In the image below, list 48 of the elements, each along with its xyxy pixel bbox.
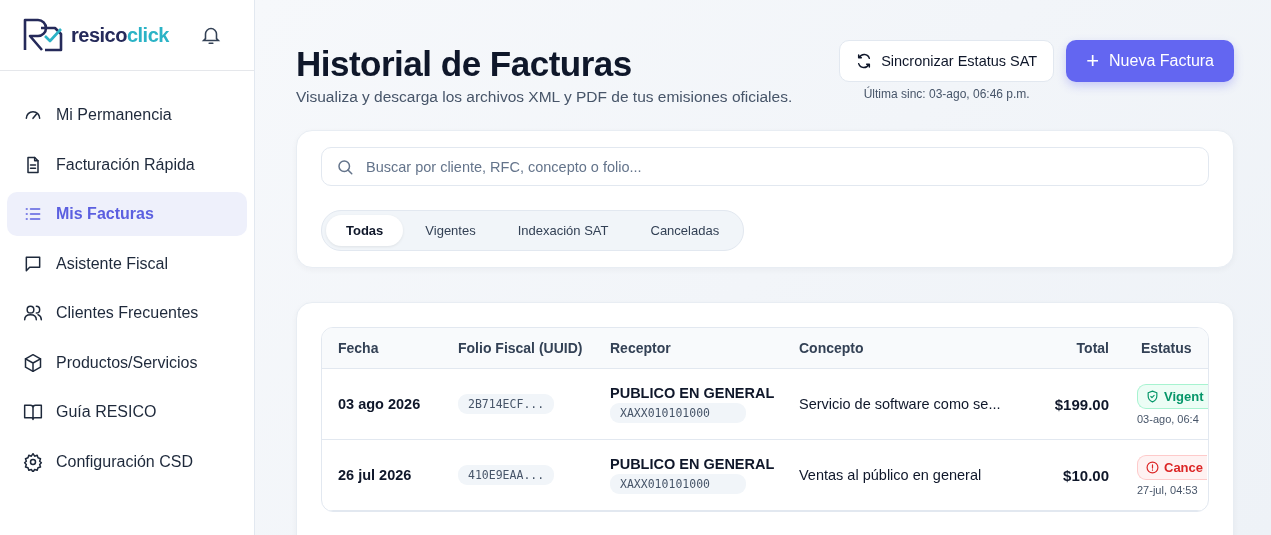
refresh-icon (856, 53, 873, 69)
column-header: Estatus (1125, 328, 1208, 369)
shield-check-icon (1146, 389, 1159, 403)
uuid-tag: 2B714ECF... (458, 394, 555, 414)
last-sync-text: Última sinc: 03-ago, 06:46 p.m. (863, 87, 1030, 101)
filter-tab[interactable]: Indexación SAT (497, 215, 629, 246)
status-badge: Vigent (1137, 383, 1208, 409)
sync-button[interactable]: Sincronizar Estatus SAT (839, 40, 1055, 82)
page-title: Historial de Facturas (296, 44, 633, 84)
brand-name: resicoclick (71, 23, 169, 47)
sidebar-item[interactable]: Asistente Fiscal (7, 241, 247, 286)
table-cell: Servicio de software como se... (783, 369, 1021, 440)
table-cell: $10.00 (1021, 440, 1125, 511)
status-badge: Cance (1137, 454, 1208, 480)
rfc-tag: XAXX010101000 (610, 474, 746, 494)
page-subtitle: Visualiza y descarga los archivos XML y PDF de tus emisiones oficiales. (296, 88, 793, 106)
sidebar-item[interactable]: Clientes Frecuentes (7, 291, 247, 335)
alert-circle-icon (1146, 460, 1159, 474)
table-cell: 26 jul 2026 (322, 440, 442, 511)
book-icon (23, 402, 43, 422)
receiver-name: PUBLICO EN GENERAL (610, 385, 775, 401)
sidebar-item[interactable]: Mi Permanencia (7, 93, 247, 137)
sidebar-item[interactable]: Productos/Servicios (7, 340, 247, 385)
status-time: 03-ago, 06:4 (1137, 412, 1199, 425)
column-header: Fecha (322, 328, 442, 369)
status-time: 27-jul, 04:53 (1137, 483, 1198, 496)
uuid-tag: 410E9EAA... (458, 465, 555, 485)
gear-icon (23, 451, 43, 472)
column-header: Receptor (594, 328, 783, 369)
rfc-tag: XAXX010101000 (610, 403, 746, 423)
column-header: Total (1021, 328, 1125, 369)
column-header: Concepto (783, 328, 1021, 369)
filter-tab[interactable]: Canceladas (630, 215, 740, 246)
box-icon (23, 352, 43, 373)
table-cell: Ventas al público en general (783, 440, 1021, 511)
sidebar-item[interactable]: Configuración CSD (7, 439, 247, 484)
filter-tab[interactable]: Vigentes (405, 215, 496, 246)
users-icon (23, 303, 43, 323)
search-field[interactable]: Buscar por cliente, RFC, concepto o folio... (321, 147, 1209, 186)
sidebar-item[interactable]: Mis Facturas (7, 192, 247, 236)
table-cell: 03 ago 2026 (322, 369, 442, 440)
table-cell: $199.00 (1021, 369, 1125, 440)
sidebar-item[interactable]: Facturación Rápida (7, 142, 247, 187)
filter-tab[interactable]: Todas (326, 215, 404, 246)
receiver-name: PUBLICO EN GENERAL (610, 456, 775, 472)
new-invoice-button[interactable]: + Nueva Factura (1066, 40, 1234, 82)
sidebar-item[interactable]: Guía RESICO (7, 390, 247, 434)
column-header: Folio Fiscal (UUID) (442, 328, 594, 369)
